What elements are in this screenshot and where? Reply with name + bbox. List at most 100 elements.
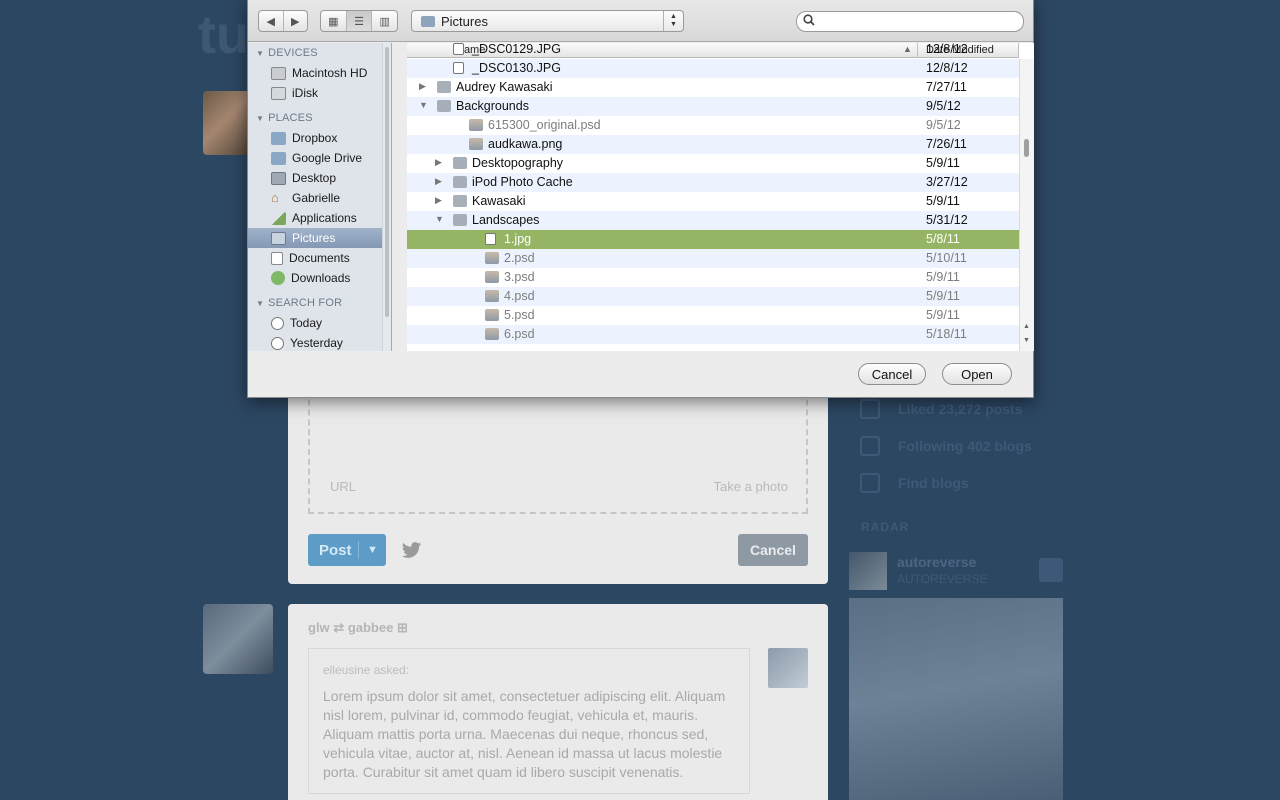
sidebar-find-blogs[interactable]: Find blogs <box>850 464 1062 501</box>
disclosure-closed-icon[interactable]: ▶ <box>435 195 442 206</box>
folder-row[interactable]: ▼ Backgrounds 9/5/12 <box>407 97 1019 116</box>
sidebar-item-pictures[interactable]: Pictures <box>248 228 391 248</box>
sidebar-item-label: Google Drive <box>292 151 363 165</box>
photo-dropzone[interactable]: URL Take a photo <box>308 380 808 514</box>
ask-text: Lorem ipsum dolor sit amet, consectetuer… <box>323 688 726 780</box>
take-photo-option[interactable]: Take a photo <box>714 479 788 494</box>
file-row[interactable]: _DSC0129.JPG 12/8/12 <box>407 43 1019 59</box>
file-date: 5/18/11 <box>926 327 967 341</box>
sidebar-item-desktop[interactable]: Desktop <box>248 168 391 188</box>
cancel-post-button[interactable]: Cancel <box>738 534 808 566</box>
section-title: PLACES <box>268 112 313 124</box>
reblog-from[interactable]: glw <box>308 620 330 635</box>
disclosure-triangle-icon[interactable]: ▼ <box>256 299 264 308</box>
disclosure-triangle-icon[interactable]: ▼ <box>256 114 264 123</box>
idisk-icon <box>271 86 286 100</box>
sidebar-item-label: Macintosh HD <box>292 66 368 80</box>
back-arrow-icon[interactable]: ◀ <box>259 11 284 31</box>
file-date: 12/8/12 <box>926 43 968 56</box>
column-view-icon[interactable]: ▥ <box>372 11 397 31</box>
file-name: 3.psd <box>504 270 535 284</box>
sidebar-scroll-thumb[interactable] <box>385 47 389 317</box>
scroll-up-arrow-icon[interactable]: ▲ <box>1023 323 1030 330</box>
file-row[interactable]: audkawa.png 7/26/11 <box>407 135 1019 154</box>
disclosure-triangle-icon[interactable]: ▼ <box>256 49 264 58</box>
file-date: 5/31/12 <box>926 213 968 227</box>
sidebar-item-label: Applications <box>292 211 357 225</box>
file-name: 2.psd <box>504 251 535 265</box>
folder-row[interactable]: ▶ Desktopography 5/9/11 <box>407 154 1019 173</box>
file-row[interactable]: _DSC0130.JPG 12/8/12 <box>407 59 1019 78</box>
folder-row[interactable]: ▶ Kawasaki 5/9/11 <box>407 192 1019 211</box>
radar-avatar <box>849 552 887 590</box>
list-view-icon[interactable]: ☰ <box>346 11 373 31</box>
file-list-scrollbar[interactable]: ▲ ▼ <box>1019 59 1034 351</box>
sidebar-section-header[interactable]: ▼ SEARCH FOR <box>248 293 391 313</box>
radar-blog[interactable]: autoreverse AUTOREVERSE <box>849 552 1063 592</box>
sidebar-following[interactable]: Following 402 blogs <box>850 427 1062 464</box>
clock-icon <box>271 316 284 330</box>
sidebar-item-downloads[interactable]: Downloads <box>248 268 391 288</box>
file-name: Desktopography <box>472 156 564 170</box>
file-row[interactable]: 5.psd 5/9/11 <box>407 306 1019 325</box>
reblog-to[interactable]: gabbee <box>348 620 394 635</box>
file-row[interactable]: 3.psd 5/9/11 <box>407 268 1019 287</box>
dashboard-sidebar: Liked 23,272 posts Following 402 blogs F… <box>850 390 1062 501</box>
sidebar-item-label: Gabrielle <box>292 191 341 205</box>
file-row[interactable]: 1.jpg 5/8/11 <box>407 230 1019 249</box>
sidebar-item-today[interactable]: Today <box>248 313 391 333</box>
follow-plus-icon[interactable]: ⊞ <box>397 620 408 635</box>
file-row[interactable]: 6.psd 5/18/11 <box>407 325 1019 344</box>
cancel-button[interactable]: Cancel <box>858 363 926 385</box>
open-button[interactable]: Open <box>942 363 1012 385</box>
popup-arrows-icon: ▲ ▼ <box>663 11 683 31</box>
disclosure-open-icon[interactable]: ▼ <box>435 214 444 224</box>
sidebar-item-gabrielle[interactable]: ⌂ Gabrielle <box>248 188 391 208</box>
file-name: 1.jpg <box>504 232 532 246</box>
folder-row[interactable]: ▼ Landscapes 5/31/12 <box>407 211 1019 230</box>
forward-arrow-icon[interactable]: ▶ <box>284 11 308 31</box>
disclosure-closed-icon[interactable]: ▶ <box>435 157 442 168</box>
radar-blog-sub: AUTOREVERSE <box>897 572 988 586</box>
radar-blog-name[interactable]: autoreverse <box>897 554 976 570</box>
disclosure-closed-icon[interactable]: ▶ <box>435 176 442 187</box>
find-blogs-icon <box>860 472 880 493</box>
icon-view-icon[interactable]: ▦ <box>321 11 347 31</box>
file-name: audkawa.png <box>488 137 563 151</box>
sidebar-item-google-drive[interactable]: Google Drive <box>248 148 391 168</box>
search-field[interactable] <box>796 11 1024 32</box>
file-row[interactable]: 615300_original.psd 9/5/12 <box>407 116 1019 135</box>
sidebar-item-macintosh-hd[interactable]: Macintosh HD <box>248 63 391 83</box>
file-list-scroll-thumb[interactable] <box>1024 139 1029 157</box>
file-date: 12/8/12 <box>926 61 968 75</box>
file-row[interactable]: 4.psd 5/9/11 <box>407 287 1019 306</box>
url-option[interactable]: URL <box>330 479 356 494</box>
sidebar-scrollbar[interactable] <box>382 43 391 351</box>
radar-follow-button[interactable] <box>1039 558 1063 582</box>
disclosure-closed-icon[interactable]: ▶ <box>419 81 426 92</box>
location-popup[interactable]: Pictures ▲ ▼ <box>411 10 684 32</box>
radar-image[interactable] <box>849 598 1063 800</box>
file-name: 615300_original.psd <box>488 118 601 132</box>
folder-icon <box>453 214 467 226</box>
twitter-icon[interactable] <box>402 542 424 560</box>
folder-row[interactable]: ▶ Audrey Kawasaki 7/27/11 <box>407 78 1019 97</box>
scroll-down-arrow-icon[interactable]: ▼ <box>1023 337 1030 344</box>
folder-row[interactable]: ▶ iPod Photo Cache 3/27/12 <box>407 173 1019 192</box>
dialog-sidebar: ▼ DEVICES Macintosh HD iDisk ▼ PLACES Drop… <box>248 43 392 351</box>
sidebar-item-documents[interactable]: Documents <box>248 248 391 268</box>
sidebar-section-header[interactable]: ▼ DEVICES <box>248 43 391 63</box>
file-row[interactable]: 2.psd 5/10/11 <box>407 249 1019 268</box>
sidebar-item-label: Today <box>290 316 323 330</box>
sidebar-item-applications[interactable]: Applications <box>248 208 391 228</box>
page-scrollbar[interactable] <box>1268 0 1280 800</box>
sidebar-item-idisk[interactable]: iDisk <box>248 83 391 103</box>
radar-heading: RADAR <box>861 520 910 534</box>
sidebar-item-dropbox[interactable]: Dropbox <box>248 128 391 148</box>
sidebar-section-header[interactable]: ▼ PLACES <box>248 108 391 128</box>
disclosure-open-icon[interactable]: ▼ <box>419 100 428 110</box>
post-button[interactable]: Post ▼ <box>308 534 386 566</box>
sidebar-item-yesterday[interactable]: Yesterday <box>248 333 391 351</box>
section-title: DEVICES <box>268 47 318 59</box>
chevron-down-icon[interactable]: ▼ <box>359 544 386 556</box>
